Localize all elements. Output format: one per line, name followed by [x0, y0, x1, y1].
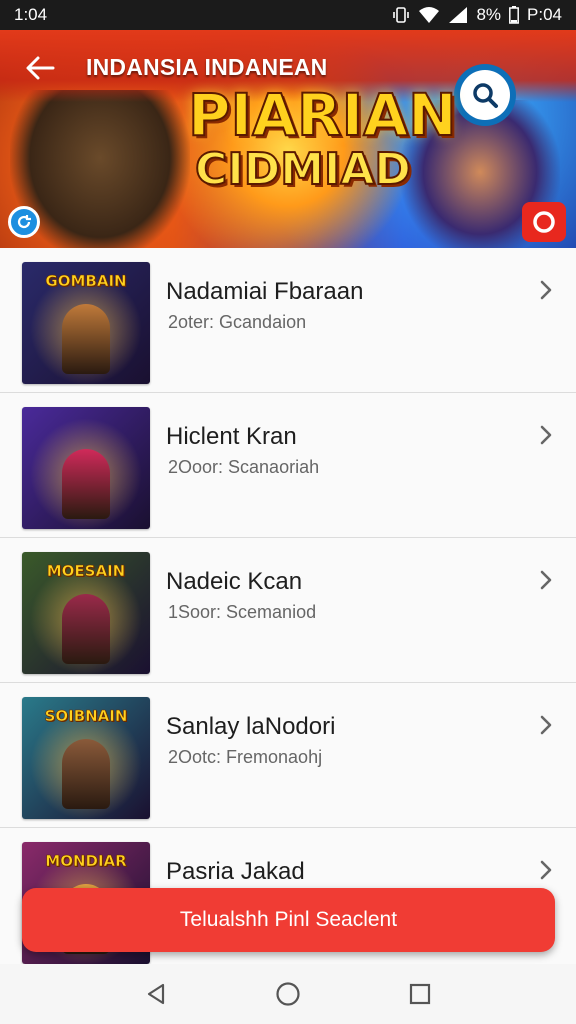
- nav-home-button[interactable]: [268, 974, 308, 1014]
- thumbnail-character: [62, 739, 110, 809]
- search-button[interactable]: [460, 70, 510, 120]
- item-title: Hiclent Kran: [166, 423, 297, 450]
- status-bar: 1:04 8% P:04: [0, 0, 576, 30]
- list-item[interactable]: MOESAIN Nadeic Kcan 1Soor: Scemaniod: [0, 538, 576, 683]
- thumbnail-character: [62, 594, 110, 664]
- game-thumbnail: SOIBNAIN: [22, 697, 150, 819]
- item-subtitle: 2oter: Gcandaion: [168, 312, 307, 332]
- item-subtitle: 1Soor: Scemaniod: [168, 602, 317, 622]
- item-title: Nadamiai Fbaraan: [166, 278, 364, 305]
- thumbnail-caption: MONDIAR: [45, 852, 127, 871]
- system-nav-bar: [0, 964, 576, 1024]
- primary-action-button[interactable]: Telualshh Pinl Seaclent: [22, 888, 555, 952]
- game-thumbnail: [22, 407, 150, 529]
- wifi-icon: [418, 6, 440, 24]
- game-logo: PIARIAN CIDMIAD: [187, 81, 458, 195]
- item-subtitle: 2Ooor: Scanaoriah: [168, 457, 320, 477]
- logo-line-2: CIDMIAD: [194, 144, 412, 195]
- status-clock-right: P:04: [527, 5, 562, 24]
- thumbnail-caption: SOIBNAIN: [44, 707, 128, 726]
- logo-line-1: PIARIAN: [187, 81, 458, 149]
- circle-home-icon: [276, 982, 300, 1006]
- chevron-right-icon: [534, 568, 558, 592]
- thumbnail-caption: GOMBAIN: [45, 272, 127, 291]
- item-title: Nadeic Kcan: [166, 568, 303, 595]
- refresh-icon: [17, 215, 31, 229]
- thumbnail-caption: MOESAIN: [46, 562, 126, 581]
- status-time: 1:04: [14, 5, 48, 24]
- nav-recents-button[interactable]: [400, 974, 440, 1014]
- record-button[interactable]: [522, 202, 566, 242]
- game-list: GOMBAIN Nadamiai Fbaraan 2oter: Gcandaion H…: [0, 248, 576, 973]
- chevron-right-icon: [534, 278, 558, 302]
- battery-percent: 8%: [476, 5, 502, 24]
- hero-banner: INDANSIA INDANEAN PIARIAN CIDMIAD: [0, 30, 576, 248]
- item-title: Sanlay laNodori: [166, 713, 336, 740]
- signal-icon: [448, 6, 468, 24]
- refresh-badge[interactable]: [8, 206, 40, 238]
- vibrate-icon: [392, 6, 410, 24]
- chevron-right-icon: [534, 423, 558, 447]
- game-thumbnail: MOESAIN: [22, 552, 150, 674]
- search-icon: [473, 83, 498, 108]
- square-recents-icon: [409, 983, 431, 1005]
- record-icon: [533, 211, 555, 233]
- back-button[interactable]: [20, 48, 60, 88]
- arrow-left-icon: [26, 56, 55, 80]
- list-item[interactable]: GOMBAIN Nadamiai Fbaraan 2oter: Gcandaion: [0, 248, 576, 393]
- chevron-right-icon: [534, 858, 558, 882]
- list-item[interactable]: SOIBNAIN Sanlay laNodori 2Ootc: Fremonaohj: [0, 683, 576, 828]
- status-icons: 8% P:04: [392, 5, 562, 25]
- list-item[interactable]: Hiclent Kran 2Ooor: Scanaoriah: [0, 393, 576, 538]
- nav-back-button[interactable]: [136, 974, 176, 1014]
- thumbnail-character: [62, 449, 110, 519]
- battery-icon: [509, 6, 519, 24]
- page-title: INDANSIA INDANEAN: [86, 54, 328, 80]
- item-title: Pasria Jakad: [166, 858, 305, 885]
- triangle-back-icon: [147, 983, 165, 1005]
- item-subtitle: 2Ootc: Fremonaohj: [168, 747, 323, 767]
- chevron-right-icon: [534, 713, 558, 737]
- thumbnail-character: [62, 304, 110, 374]
- game-thumbnail: GOMBAIN: [22, 262, 150, 384]
